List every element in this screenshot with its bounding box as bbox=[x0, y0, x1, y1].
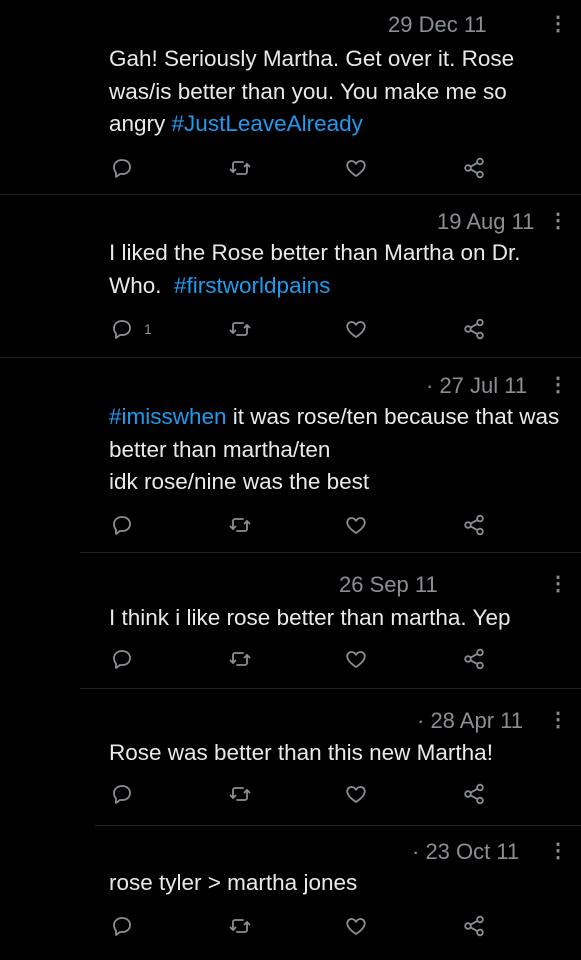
tweet-date[interactable]: 26 Sep 11 bbox=[339, 572, 438, 598]
retweet-icon bbox=[229, 161, 251, 175]
share-icon bbox=[464, 915, 484, 937]
hashtag-link[interactable]: #firstworldpains bbox=[174, 273, 330, 298]
tweet-text: #imisswhen it was rose/ten because that … bbox=[109, 401, 569, 499]
share-icon bbox=[464, 783, 484, 805]
share-button[interactable] bbox=[462, 913, 486, 939]
retweet-icon bbox=[229, 787, 251, 801]
share-button[interactable] bbox=[462, 646, 486, 672]
tweet-divider bbox=[0, 357, 581, 358]
heart-icon bbox=[346, 651, 366, 668]
tweet-date[interactable]: · 27 Jul 11 bbox=[426, 373, 527, 399]
retweet-button[interactable] bbox=[228, 512, 252, 538]
share-button[interactable] bbox=[462, 781, 486, 807]
share-button[interactable] bbox=[462, 155, 486, 181]
reply-icon bbox=[113, 917, 131, 936]
tweet-divider bbox=[80, 688, 581, 689]
retweet-button[interactable] bbox=[228, 781, 252, 807]
like-button[interactable] bbox=[344, 155, 368, 181]
like-button[interactable] bbox=[344, 646, 368, 672]
share-button[interactable] bbox=[462, 316, 486, 342]
tweet-text: Rose was better than this new Martha! bbox=[109, 737, 569, 770]
tweet-actions bbox=[0, 155, 581, 181]
retweet-button[interactable] bbox=[228, 155, 252, 181]
tweet-divider bbox=[80, 552, 581, 553]
tweet-text-body: Rose was better than this new Martha! bbox=[109, 740, 493, 765]
tweet-text-body: I think i like rose better than martha. … bbox=[109, 605, 511, 630]
tweet-actions bbox=[0, 781, 581, 807]
heart-icon bbox=[346, 918, 366, 935]
reply-icon bbox=[113, 650, 131, 669]
tweet-divider bbox=[95, 825, 581, 826]
retweet-button[interactable] bbox=[228, 913, 252, 939]
hashtag-link[interactable]: #JustLeaveAlready bbox=[172, 111, 363, 136]
retweet-icon bbox=[229, 322, 251, 336]
reply-icon bbox=[113, 159, 131, 178]
reply-icon bbox=[113, 516, 131, 535]
reply-button[interactable]: 1 bbox=[110, 316, 152, 342]
retweet-button[interactable] bbox=[228, 646, 252, 672]
reply-button[interactable] bbox=[110, 781, 144, 807]
more-vertical-icon[interactable]: ⋮ bbox=[548, 14, 568, 34]
share-button[interactable] bbox=[462, 512, 486, 538]
retweet-icon bbox=[229, 919, 251, 933]
more-vertical-icon[interactable]: ⋮ bbox=[548, 710, 568, 730]
heart-icon bbox=[346, 321, 366, 338]
reply-count: 1 bbox=[144, 321, 152, 337]
like-button[interactable] bbox=[344, 781, 368, 807]
tweet-actions bbox=[0, 646, 581, 672]
reply-button[interactable] bbox=[110, 155, 144, 181]
like-button[interactable] bbox=[344, 512, 368, 538]
tweet-text: rose tyler > martha jones bbox=[109, 867, 569, 900]
tweet-text: I think i like rose better than martha. … bbox=[109, 602, 569, 635]
tweet-text: I liked the Rose better than Martha on D… bbox=[109, 237, 569, 302]
heart-icon bbox=[346, 160, 366, 177]
retweet-icon bbox=[229, 518, 251, 532]
retweet-icon bbox=[229, 652, 251, 666]
retweet-button[interactable] bbox=[228, 316, 252, 342]
tweet-date[interactable]: 29 Dec 11 bbox=[388, 12, 487, 38]
more-vertical-icon[interactable]: ⋮ bbox=[548, 841, 568, 861]
share-icon bbox=[464, 157, 484, 179]
reply-button[interactable] bbox=[110, 512, 144, 538]
tweet-actions bbox=[0, 512, 581, 538]
more-vertical-icon[interactable]: ⋮ bbox=[548, 211, 568, 231]
tweet-date[interactable]: 19 Aug 11 bbox=[437, 209, 534, 235]
reply-icon bbox=[113, 320, 131, 339]
reply-button[interactable] bbox=[110, 646, 144, 672]
share-icon bbox=[464, 648, 484, 670]
reply-icon bbox=[113, 785, 131, 804]
tweet-actions bbox=[0, 913, 581, 939]
heart-icon bbox=[346, 786, 366, 803]
share-icon bbox=[464, 318, 484, 340]
tweet-text: Gah! Seriously Martha. Get over it. Rose… bbox=[109, 43, 569, 141]
tweet-divider bbox=[0, 194, 581, 195]
tweet-date[interactable]: · 23 Oct 11 bbox=[412, 839, 519, 865]
like-button[interactable] bbox=[344, 316, 368, 342]
reply-button[interactable] bbox=[110, 913, 144, 939]
tweet-actions: 1 bbox=[0, 316, 581, 342]
heart-icon bbox=[346, 517, 366, 534]
share-icon bbox=[464, 514, 484, 536]
more-vertical-icon[interactable]: ⋮ bbox=[548, 574, 568, 594]
tweet-date[interactable]: · 28 Apr 11 bbox=[417, 708, 523, 734]
hashtag-link[interactable]: #imisswhen bbox=[109, 404, 227, 429]
tweet-text-body: rose tyler > martha jones bbox=[109, 870, 358, 895]
like-button[interactable] bbox=[344, 913, 368, 939]
more-vertical-icon[interactable]: ⋮ bbox=[548, 375, 568, 395]
